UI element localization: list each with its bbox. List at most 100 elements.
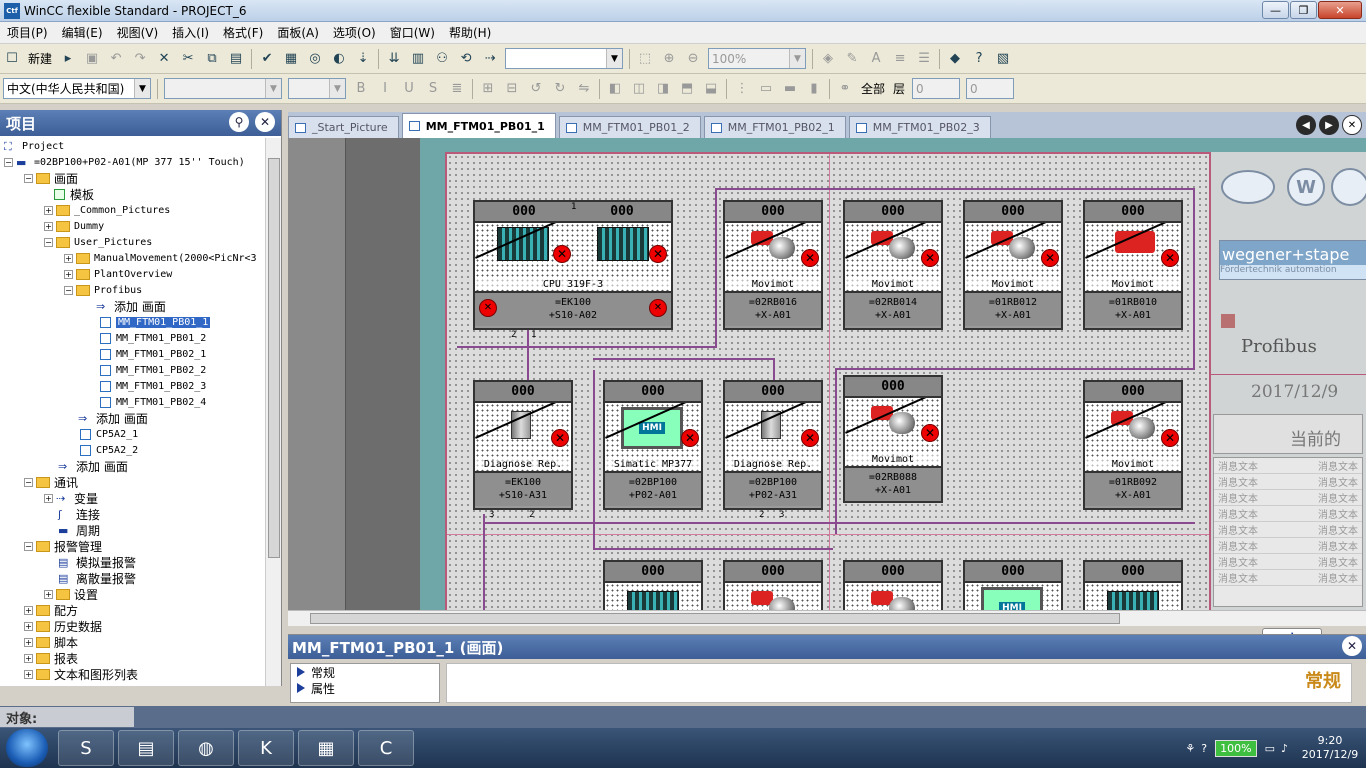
transfer-icon[interactable]: ⇣ (354, 50, 372, 68)
tree-item-screen[interactable]: MM_FTM01_PB02_1 (100, 346, 206, 362)
language-select[interactable]: 中文(中华人民共和国) ▼ (3, 78, 151, 99)
tree-item-scripts[interactable]: + 脚本 (24, 634, 78, 650)
align-top-icon[interactable]: ⬒ (678, 80, 696, 98)
tab-close-icon[interactable]: ✕ (1342, 115, 1362, 135)
tab-mm-ftm01-pb01-2[interactable]: MM_FTM01_PB01_2 (558, 116, 701, 138)
menu-edit[interactable]: 编辑(E) (55, 24, 110, 41)
tree-item-add-screen[interactable]: ⇒ 添加 画面 (58, 458, 128, 474)
tree-scrollbar[interactable] (265, 138, 281, 686)
zoom-area-icon[interactable]: ⬚ (636, 50, 654, 68)
notes-icon[interactable]: ▤ (118, 730, 174, 766)
expand-icon[interactable]: + (24, 637, 33, 647)
device-hmi-panel[interactable]: 000 HMI (963, 560, 1063, 610)
tab-mm-ftm01-pb02-3[interactable]: MM_FTM01_PB02_3 (848, 116, 991, 138)
device-cpu[interactable]: 000 000 ✕ ✕ CPU 319F-3 =EK100 +S10-A02 ✕ ✕ (473, 200, 673, 330)
scrollbar-thumb[interactable] (268, 158, 280, 558)
expand-icon[interactable]: + (24, 653, 33, 663)
device-movimot[interactable]: 000 ✕ Movimot =01RB092 +X-A01 (1083, 380, 1183, 510)
flip-icon[interactable]: ⇋ (575, 80, 593, 98)
tree-item-device[interactable]: − ▬ =02BP100+P02-A01(MP 377 15'' Touch) (4, 154, 245, 170)
simulate-icon[interactable]: ◐ (330, 50, 348, 68)
zoom-in-icon[interactable]: ⊕ (660, 50, 678, 68)
underline-icon[interactable]: U (400, 80, 418, 98)
wechat-icon[interactable]: ◍ (178, 730, 234, 766)
align-right-icon[interactable]: ◨ (654, 80, 672, 98)
device-diagnose-repeater[interactable]: 000 ✕ Diagnose Rep. =02BP100 +P02-A31 (723, 380, 823, 510)
menu-faceplate[interactable]: 面板(A) (270, 24, 326, 41)
tree-item-project[interactable]: ⛶ Project (4, 138, 64, 154)
expand-icon[interactable]: + (24, 605, 33, 615)
library-icon[interactable]: ◆ (946, 50, 964, 68)
runtime-icon[interactable]: ◎ (306, 50, 324, 68)
tree-item-screens[interactable]: − 画面 (24, 170, 78, 186)
category-general[interactable]: 常规 (291, 664, 439, 680)
device-plc[interactable]: 000 (1083, 560, 1183, 610)
device-icon[interactable]: ▥ (409, 50, 427, 68)
cut-icon[interactable]: ✂ (179, 50, 197, 68)
tree-item-screen[interactable]: CP5A2_2 (80, 442, 138, 458)
goto-icon[interactable]: ⇢ (481, 50, 499, 68)
tab-prev-icon[interactable]: ◀ (1296, 115, 1316, 135)
fill-color-icon[interactable]: ◈ (819, 50, 837, 68)
tree-item-folder[interactable]: − User_Pictures (44, 234, 152, 250)
device-movimot[interactable]: 000 (843, 560, 943, 610)
wincc-icon[interactable]: C (358, 730, 414, 766)
network-icon[interactable]: ▭ (1265, 742, 1275, 755)
font-color-icon[interactable]: A (867, 50, 885, 68)
tree-item-folder[interactable]: + Dummy (44, 218, 104, 234)
line-style-icon[interactable]: ≡ (891, 50, 909, 68)
replace-icon[interactable]: ⟲ (457, 50, 475, 68)
tree-item-folder[interactable]: + ManualMovement(2000<PicNr<3 (64, 250, 257, 266)
layer-spinner-1[interactable]: 0 (912, 78, 961, 99)
distribute-icon[interactable]: ⋮ (733, 80, 751, 98)
k-app-icon[interactable]: K (238, 730, 294, 766)
tree-item-template[interactable]: 模板 (54, 186, 94, 202)
tree-item-screen[interactable]: MM_FTM01_PB01_2 (100, 330, 206, 346)
ungroup-icon[interactable]: ⊟ (503, 80, 521, 98)
layer-spinner-2[interactable]: 0 (966, 78, 1015, 99)
tree-item-screen[interactable]: MM_FTM01_PB01_1 (100, 314, 211, 330)
open-icon[interactable]: ▸ (59, 50, 77, 68)
expand-icon[interactable]: + (64, 269, 73, 279)
tree-item-history[interactable]: + 历史数据 (24, 618, 102, 634)
zoom-out-icon[interactable]: ⊖ (684, 50, 702, 68)
help-icon[interactable]: ? (970, 50, 988, 68)
help-icon[interactable]: ? (1201, 742, 1207, 755)
copy-icon[interactable]: ⧉ (203, 50, 221, 68)
sogou-icon[interactable]: S (58, 730, 114, 766)
tree-item-screen[interactable]: MM_FTM01_PB02_2 (100, 362, 206, 378)
chevron-down-icon[interactable]: ▼ (329, 79, 345, 98)
redo-icon[interactable]: ↷ (131, 50, 149, 68)
collapse-icon[interactable]: − (24, 541, 33, 551)
alarm-view[interactable]: 消息文本 消息文本 消息文本 消息文本 消息文本 消息文本 消息文本 消息文本 消息文本… (1213, 457, 1363, 607)
menu-view[interactable]: 视图(V) (110, 24, 166, 41)
expand-icon[interactable]: + (64, 253, 73, 263)
line-color-icon[interactable]: ✎ (843, 50, 861, 68)
tree-item-add-screen[interactable]: ⇒ 添加 画面 (96, 298, 166, 314)
category-properties[interactable]: 属性 (291, 680, 439, 696)
device-movimot[interactable]: 000 ✕ Movimot =01RB012 +X-A01 (963, 200, 1063, 330)
collapse-icon[interactable]: − (44, 237, 53, 247)
chevron-down-icon[interactable]: ▼ (265, 79, 281, 98)
properties-icon[interactable]: ▧ (994, 50, 1012, 68)
tab-next-icon[interactable]: ▶ (1319, 115, 1339, 135)
compile-icon[interactable]: ▦ (282, 50, 300, 68)
align-center-icon[interactable]: ◫ (630, 80, 648, 98)
tab-start-picture[interactable]: _Start_Picture (288, 116, 399, 138)
align-bottom-icon[interactable]: ⬓ (702, 80, 720, 98)
expand-icon[interactable]: + (24, 669, 33, 679)
device-movimot[interactable]: 000 ✕ Movimot =01RB010 +X-A01 (1083, 200, 1183, 330)
tree-item-screen[interactable]: MM_FTM01_PB02_4 (100, 394, 206, 410)
menu-options[interactable]: 选项(O) (326, 24, 383, 41)
rotate-right-icon[interactable]: ↻ (551, 80, 569, 98)
expand-icon[interactable]: + (44, 589, 53, 599)
tree-item-communication[interactable]: − 通讯 (24, 474, 78, 490)
expand-icon[interactable]: + (44, 205, 53, 215)
line-width-icon[interactable]: ☰ (915, 50, 933, 68)
ime-tray-icon[interactable]: ⚘ (1185, 742, 1195, 755)
tree-item-screen[interactable]: CP5A2_1 (80, 426, 138, 442)
same-width-icon[interactable]: ▬ (781, 80, 799, 98)
restore-button[interactable]: ❐ (1290, 1, 1317, 19)
close-icon[interactable]: ✕ (255, 112, 275, 132)
menu-window[interactable]: 窗口(W) (383, 24, 442, 41)
